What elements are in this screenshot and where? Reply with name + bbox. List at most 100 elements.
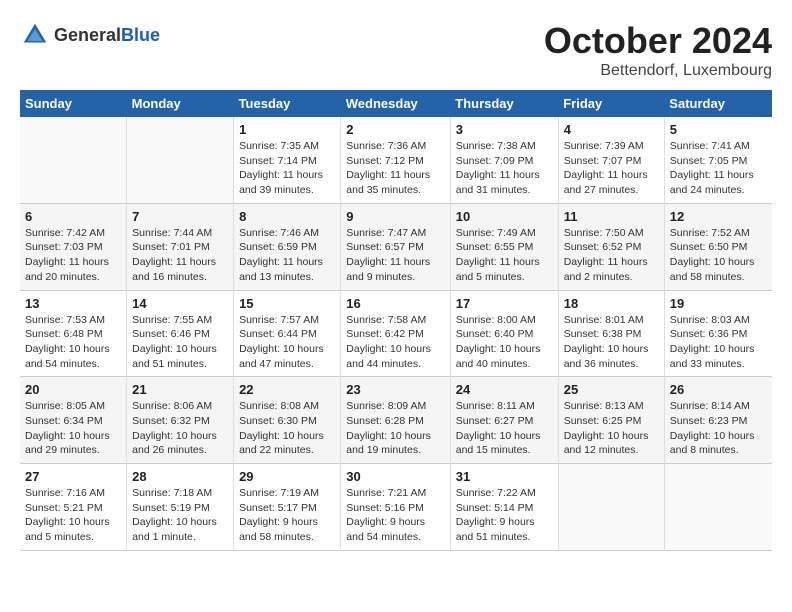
day-number: 17 xyxy=(456,296,553,311)
day-cell: 19 Sunrise: 8:03 AM Sunset: 6:36 PM Dayli… xyxy=(664,290,772,377)
day-number: 11 xyxy=(564,209,659,224)
day-cell: 15Sunrise: 7:57 AM Sunset: 6:44 PM Dayli… xyxy=(234,290,341,377)
day-cell: 31Sunrise: 7:22 AM Sunset: 5:14 PM Dayli… xyxy=(450,464,558,551)
weekday-header-sunday: Sunday xyxy=(20,90,127,117)
day-detail: Sunrise: 7:46 AM Sunset: 6:59 PM Dayligh… xyxy=(239,226,335,285)
day-detail: Sunrise: 7:41 AM Sunset: 7:05 PM Dayligh… xyxy=(670,139,767,198)
day-detail: Sunrise: 8:08 AM Sunset: 6:30 PM Dayligh… xyxy=(239,399,335,458)
day-number: 25 xyxy=(564,382,659,397)
logo-icon xyxy=(20,20,50,50)
day-detail: Sunrise: 7:47 AM Sunset: 6:57 PM Dayligh… xyxy=(346,226,444,285)
logo: GeneralBlue xyxy=(20,20,160,50)
day-number: 16 xyxy=(346,296,444,311)
page-header: GeneralBlue October 2024 Bettendorf, Lux… xyxy=(20,20,772,80)
weekday-header-saturday: Saturday xyxy=(664,90,772,117)
day-number: 10 xyxy=(456,209,553,224)
day-detail: Sunrise: 7:35 AM Sunset: 7:14 PM Dayligh… xyxy=(239,139,335,198)
day-detail: Sunrise: 8:01 AM Sunset: 6:38 PM Dayligh… xyxy=(564,313,659,372)
day-number: 2 xyxy=(346,122,444,137)
day-detail: Sunrise: 7:53 AM Sunset: 6:48 PM Dayligh… xyxy=(25,313,121,372)
day-detail: Sunrise: 7:49 AM Sunset: 6:55 PM Dayligh… xyxy=(456,226,553,285)
day-number: 26 xyxy=(670,382,767,397)
day-cell: 17 Sunrise: 8:00 AM Sunset: 6:40 PM Dayli… xyxy=(450,290,558,377)
day-number: 4 xyxy=(564,122,659,137)
weekday-header-tuesday: Tuesday xyxy=(234,90,341,117)
day-detail: Sunrise: 7:16 AM Sunset: 5:21 PM Dayligh… xyxy=(25,486,121,545)
day-detail: Sunrise: 7:39 AM Sunset: 7:07 PM Dayligh… xyxy=(564,139,659,198)
day-cell: 8Sunrise: 7:46 AM Sunset: 6:59 PM Daylig… xyxy=(234,203,341,290)
title-area: October 2024 Bettendorf, Luxembourg xyxy=(544,20,772,80)
location-subtitle: Bettendorf, Luxembourg xyxy=(544,62,772,80)
day-cell: 9Sunrise: 7:47 AM Sunset: 6:57 PM Daylig… xyxy=(341,203,450,290)
day-cell: 10 Sunrise: 7:49 AM Sunset: 6:55 PM Dayli… xyxy=(450,203,558,290)
calendar-table: SundayMondayTuesdayWednesdayThursdayFrid… xyxy=(20,90,772,551)
day-number: 12 xyxy=(670,209,767,224)
day-number: 28 xyxy=(132,469,228,484)
day-cell xyxy=(127,117,234,203)
day-cell: 26 Sunrise: 8:14 AM Sunset: 6:23 PM Dayli… xyxy=(664,377,772,464)
day-number: 13 xyxy=(25,296,121,311)
week-row-1: 1 Sunrise: 7:35 AM Sunset: 7:14 PM Daylig… xyxy=(20,117,772,203)
day-number: 19 xyxy=(670,296,767,311)
weekday-header-thursday: Thursday xyxy=(450,90,558,117)
day-cell: 3 Sunrise: 7:38 AM Sunset: 7:09 PM Daylig… xyxy=(450,117,558,203)
logo-general-text: General xyxy=(54,25,121,45)
day-detail: Sunrise: 7:42 AM Sunset: 7:03 PM Dayligh… xyxy=(25,226,121,285)
logo-blue-text: Blue xyxy=(121,25,160,45)
day-cell: 13 Sunrise: 7:53 AM Sunset: 6:48 PM Dayli… xyxy=(20,290,127,377)
day-detail: Sunrise: 7:18 AM Sunset: 5:19 PM Dayligh… xyxy=(132,486,228,545)
day-cell: 12 Sunrise: 7:52 AM Sunset: 6:50 PM Dayli… xyxy=(664,203,772,290)
week-row-4: 20 Sunrise: 8:05 AM Sunset: 6:34 PM Dayli… xyxy=(20,377,772,464)
day-number: 29 xyxy=(239,469,335,484)
day-number: 15 xyxy=(239,296,335,311)
day-number: 30 xyxy=(346,469,444,484)
day-cell: 2 Sunrise: 7:36 AM Sunset: 7:12 PM Daylig… xyxy=(341,117,450,203)
day-cell xyxy=(664,464,772,551)
day-cell: 23 Sunrise: 8:09 AM Sunset: 6:28 PM Dayli… xyxy=(341,377,450,464)
day-cell: 21 Sunrise: 8:06 AM Sunset: 6:32 PM Dayli… xyxy=(127,377,234,464)
day-number: 27 xyxy=(25,469,121,484)
week-row-5: 27 Sunrise: 7:16 AM Sunset: 5:21 PM Dayli… xyxy=(20,464,772,551)
day-detail: Sunrise: 8:00 AM Sunset: 6:40 PM Dayligh… xyxy=(456,313,553,372)
day-number: 23 xyxy=(346,382,444,397)
day-cell: 27 Sunrise: 7:16 AM Sunset: 5:21 PM Dayli… xyxy=(20,464,127,551)
day-number: 7 xyxy=(132,209,228,224)
day-number: 18 xyxy=(564,296,659,311)
day-cell: 11Sunrise: 7:50 AM Sunset: 6:52 PM Dayli… xyxy=(558,203,664,290)
weekday-header-wednesday: Wednesday xyxy=(341,90,450,117)
day-number: 14 xyxy=(132,296,228,311)
day-number: 1 xyxy=(239,122,335,137)
day-detail: Sunrise: 7:58 AM Sunset: 6:42 PM Dayligh… xyxy=(346,313,444,372)
day-detail: Sunrise: 7:21 AM Sunset: 5:16 PM Dayligh… xyxy=(346,486,444,545)
day-detail: Sunrise: 7:22 AM Sunset: 5:14 PM Dayligh… xyxy=(456,486,553,545)
month-title: October 2024 xyxy=(544,20,772,62)
day-number: 20 xyxy=(25,382,121,397)
day-cell: 28 Sunrise: 7:18 AM Sunset: 5:19 PM Dayli… xyxy=(127,464,234,551)
day-number: 24 xyxy=(456,382,553,397)
day-detail: Sunrise: 7:44 AM Sunset: 7:01 PM Dayligh… xyxy=(132,226,228,285)
day-detail: Sunrise: 8:06 AM Sunset: 6:32 PM Dayligh… xyxy=(132,399,228,458)
day-number: 22 xyxy=(239,382,335,397)
day-detail: Sunrise: 8:11 AM Sunset: 6:27 PM Dayligh… xyxy=(456,399,553,458)
day-cell: 5 Sunrise: 7:41 AM Sunset: 7:05 PM Daylig… xyxy=(664,117,772,203)
day-detail: Sunrise: 8:05 AM Sunset: 6:34 PM Dayligh… xyxy=(25,399,121,458)
week-row-3: 13 Sunrise: 7:53 AM Sunset: 6:48 PM Dayli… xyxy=(20,290,772,377)
day-cell: 18 Sunrise: 8:01 AM Sunset: 6:38 PM Dayli… xyxy=(558,290,664,377)
day-cell: 22 Sunrise: 8:08 AM Sunset: 6:30 PM Dayli… xyxy=(234,377,341,464)
weekday-header-friday: Friday xyxy=(558,90,664,117)
day-detail: Sunrise: 7:38 AM Sunset: 7:09 PM Dayligh… xyxy=(456,139,553,198)
day-number: 6 xyxy=(25,209,121,224)
day-detail: Sunrise: 8:13 AM Sunset: 6:25 PM Dayligh… xyxy=(564,399,659,458)
day-detail: Sunrise: 8:14 AM Sunset: 6:23 PM Dayligh… xyxy=(670,399,767,458)
day-number: 21 xyxy=(132,382,228,397)
day-cell: 29 Sunrise: 7:19 AM Sunset: 5:17 PM Dayli… xyxy=(234,464,341,551)
day-detail: Sunrise: 7:52 AM Sunset: 6:50 PM Dayligh… xyxy=(670,226,767,285)
day-cell: 24 Sunrise: 8:11 AM Sunset: 6:27 PM Dayli… xyxy=(450,377,558,464)
day-detail: Sunrise: 7:19 AM Sunset: 5:17 PM Dayligh… xyxy=(239,486,335,545)
day-detail: Sunrise: 8:09 AM Sunset: 6:28 PM Dayligh… xyxy=(346,399,444,458)
day-cell: 14Sunrise: 7:55 AM Sunset: 6:46 PM Dayli… xyxy=(127,290,234,377)
day-number: 3 xyxy=(456,122,553,137)
day-detail: Sunrise: 8:03 AM Sunset: 6:36 PM Dayligh… xyxy=(670,313,767,372)
day-detail: Sunrise: 7:36 AM Sunset: 7:12 PM Dayligh… xyxy=(346,139,444,198)
day-number: 5 xyxy=(670,122,767,137)
